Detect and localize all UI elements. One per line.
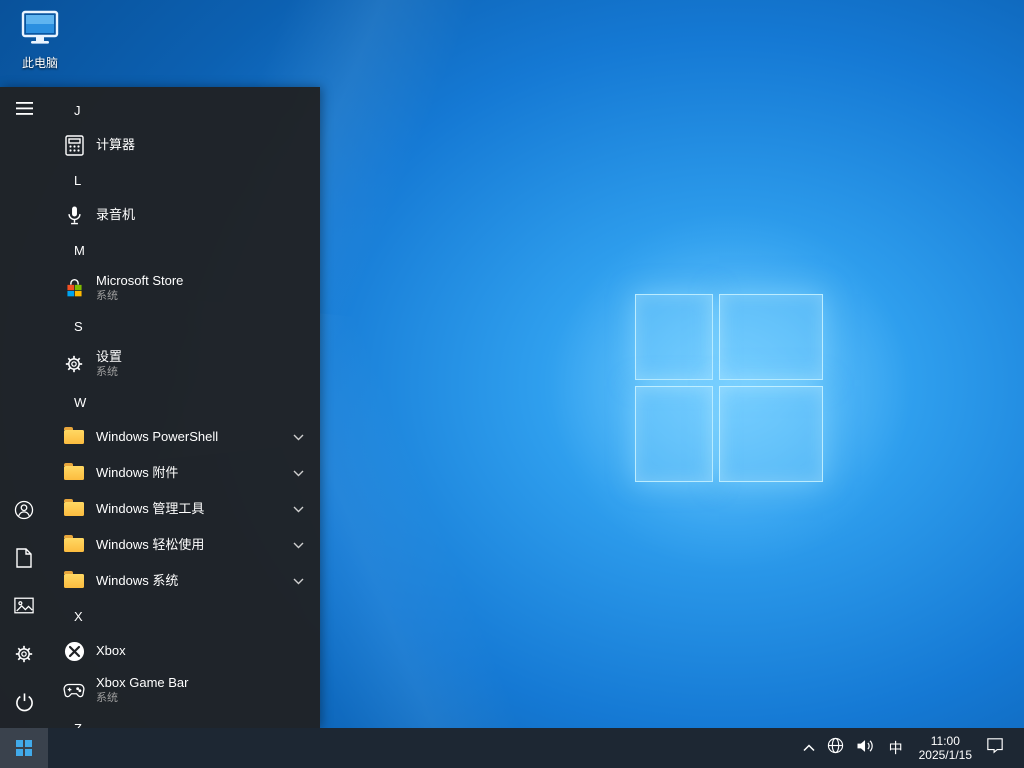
xbox-icon (61, 638, 87, 664)
start-menu: J 计算器 L 录音机 M Microsoft Store 系统 S 设置 系统… (0, 87, 320, 728)
folder-item-windows-admin-tools[interactable]: Windows 管理工具 (48, 491, 320, 527)
taskbar: 中 11:00 2025/1/15 (0, 728, 1024, 768)
wallpaper-windows-logo (635, 294, 823, 482)
logo-pane (719, 386, 823, 482)
app-item-xbox[interactable]: Xbox (48, 633, 320, 669)
desktop-icon-label: 此电脑 (21, 56, 58, 70)
desktop-icon-this-pc[interactable]: 此电脑 (7, 9, 73, 71)
section-letter: W (74, 394, 87, 410)
section-header-m[interactable]: M (48, 233, 320, 267)
microphone-icon (61, 202, 87, 228)
logo-pane (635, 294, 713, 380)
documents-button[interactable] (0, 536, 48, 584)
app-subtitle: 系统 (96, 691, 118, 704)
app-item-voice-recorder[interactable]: 录音机 (48, 197, 320, 233)
logo-pane (719, 294, 823, 380)
app-label: Microsoft Store (96, 272, 184, 288)
section-letter: L (74, 172, 82, 188)
gamepad-icon (61, 677, 87, 703)
start-app-list: J 计算器 L 录音机 M Microsoft Store 系统 S 设置 系统… (48, 87, 320, 728)
pictures-icon (14, 597, 34, 619)
chevron-down-icon (293, 434, 304, 441)
store-icon (61, 275, 87, 301)
network-globe-icon (827, 737, 844, 759)
app-item-calculator[interactable]: 计算器 (48, 127, 320, 163)
app-label: Xbox (96, 642, 126, 658)
system-tray: 中 11:00 2025/1/15 (797, 728, 1024, 768)
app-label: Windows 轻松使用 (96, 536, 205, 552)
ime-indicator[interactable]: 中 (881, 728, 911, 768)
chevron-down-icon (293, 578, 304, 585)
clock[interactable]: 11:00 2025/1/15 (911, 728, 980, 768)
documents-icon (15, 547, 33, 573)
chevron-down-icon (293, 470, 304, 477)
section-letter: Z (74, 720, 82, 729)
folder-item-windows-powershell[interactable]: Windows PowerShell (48, 419, 320, 455)
power-button[interactable] (0, 680, 48, 728)
account-icon (13, 499, 35, 526)
folder-icon (61, 496, 87, 522)
folder-icon (61, 424, 87, 450)
calculator-icon (61, 132, 87, 158)
app-label: 录音机 (96, 206, 136, 222)
start-menu-rail (0, 87, 48, 728)
app-item-microsoft-store[interactable]: Microsoft Store 系统 (48, 267, 320, 309)
app-label: Xbox Game Bar (96, 674, 189, 690)
folder-icon (61, 532, 87, 558)
app-label: 计算器 (96, 136, 136, 152)
pictures-button[interactable] (0, 584, 48, 632)
app-subtitle: 系统 (96, 365, 118, 378)
app-label: Windows 管理工具 (96, 500, 205, 516)
section-header-x[interactable]: X (48, 599, 320, 633)
power-icon (15, 692, 34, 717)
volume-icon (856, 738, 875, 759)
folder-icon (61, 568, 87, 594)
app-label: 设置 (96, 348, 123, 364)
chevron-down-icon (293, 506, 304, 513)
clock-date: 2025/1/15 (918, 748, 972, 762)
app-item-settings[interactable]: 设置 系统 (48, 343, 320, 385)
app-label: Windows 系统 (96, 572, 179, 588)
section-header-s[interactable]: S (48, 309, 320, 343)
app-label: Windows PowerShell (96, 428, 219, 444)
app-subtitle: 系统 (96, 289, 118, 302)
section-header-z[interactable]: Z (48, 711, 320, 729)
action-center-icon (986, 737, 1004, 759)
tray-chevron-up-button[interactable] (797, 728, 821, 768)
this-pc-icon (20, 9, 60, 52)
folder-item-windows-system[interactable]: Windows 系统 (48, 563, 320, 599)
hamburger-menu-icon (15, 102, 33, 120)
section-header-l[interactable]: L (48, 163, 320, 197)
settings-button[interactable] (0, 632, 48, 680)
windows-logo-icon (16, 740, 32, 756)
start-button[interactable] (0, 728, 48, 768)
app-label: Windows 附件 (96, 464, 179, 480)
volume-button[interactable] (850, 728, 881, 768)
folder-item-windows-ease-of-access[interactable]: Windows 轻松使用 (48, 527, 320, 563)
logo-pane (635, 386, 713, 482)
chevron-up-icon (803, 739, 815, 757)
account-button[interactable] (0, 488, 48, 536)
clock-time: 11:00 (930, 734, 960, 748)
app-item-xbox-game-bar[interactable]: Xbox Game Bar 系统 (48, 669, 320, 711)
section-header-j[interactable]: J (48, 93, 320, 127)
gear-icon (61, 351, 87, 377)
section-letter: S (74, 318, 83, 334)
folder-icon (61, 460, 87, 486)
action-center-button[interactable] (980, 728, 1010, 768)
network-button[interactable] (821, 728, 850, 768)
section-letter: J (74, 102, 81, 118)
expand-menu-button[interactable] (0, 87, 48, 135)
folder-item-windows-accessories[interactable]: Windows 附件 (48, 455, 320, 491)
section-header-w[interactable]: W (48, 385, 320, 419)
section-letter: X (74, 608, 83, 624)
gear-icon (14, 644, 34, 669)
chevron-down-icon (293, 542, 304, 549)
section-letter: M (74, 242, 85, 258)
